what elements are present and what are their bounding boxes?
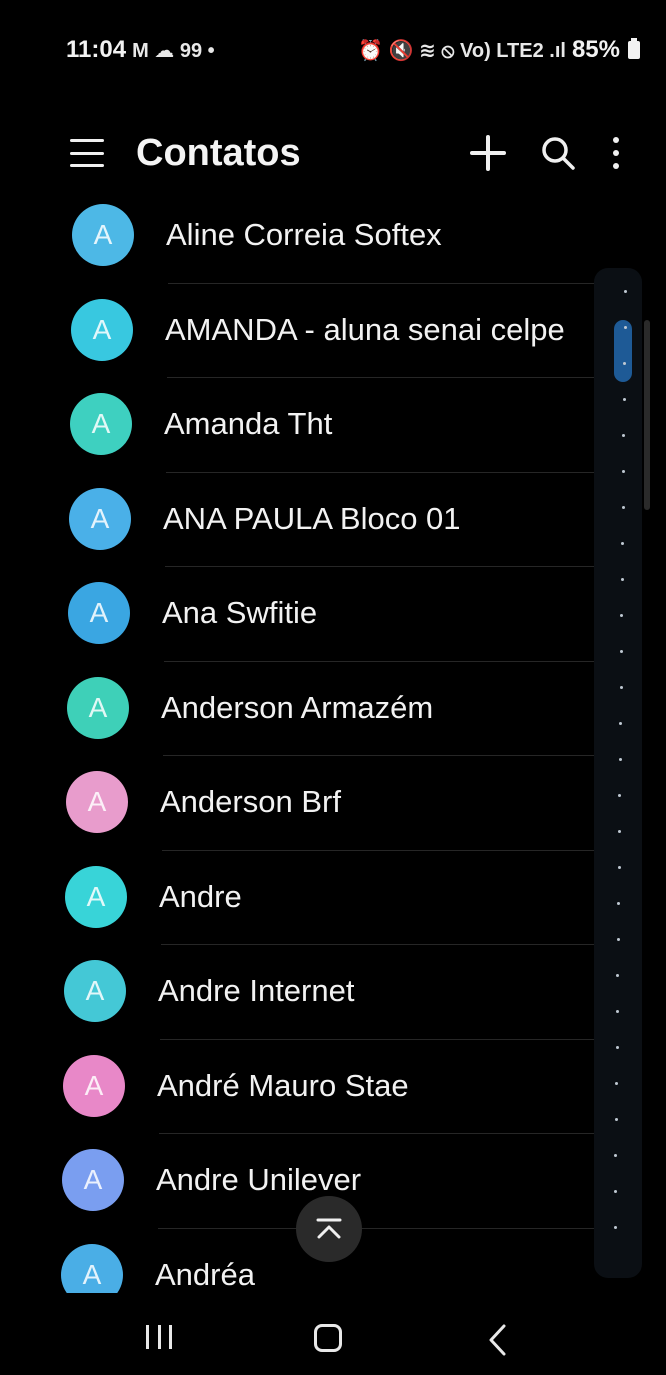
status-left-icons: M ☁ 99 • [132,39,215,62]
more-options-icon[interactable] [606,133,626,173]
index-dot [614,1154,618,1157]
contact-list-item[interactable]: A Anderson Armazém [0,661,606,755]
app-bar: Contatos [70,118,626,188]
contact-list-item[interactable]: A AMANDA - aluna senai celpe [0,283,606,377]
contact-name: Ana Swfitie [162,595,318,630]
index-dot [614,1118,618,1121]
index-dot [615,1082,619,1085]
contact-list-item[interactable]: A Amanda Tht [0,377,606,471]
contact-avatar: A [62,1149,124,1211]
contact-list-item[interactable]: A ANA PAULA Bloco 01 [0,472,606,566]
contact-name: Andre [159,878,242,914]
contact-name: Aline Correia Softex [166,217,442,252]
index-dot [620,614,624,617]
index-dot [616,938,620,941]
contact-avatar: A [63,1054,125,1117]
index-dot [619,686,623,689]
contact-name: André Mauro Stae [157,1067,409,1103]
contact-list-item[interactable]: A Aline Correia Softex [0,190,606,282]
index-dot [616,974,620,977]
contact-list-item[interactable]: A André Mauro Stae [0,1039,606,1133]
contact-avatar: A [65,865,127,928]
contact-avatar: A [72,204,134,266]
index-dot [622,470,625,473]
contact-avatar: A [66,771,128,833]
index-dot [617,866,621,869]
chevron-up-double-icon [316,1218,342,1239]
index-dot [619,722,623,725]
hamburger-menu-icon[interactable] [70,139,104,167]
contact-avatar: A [70,393,132,455]
index-dot [624,290,627,293]
index-dot [621,542,625,545]
contact-name: Amanda Tht [164,406,333,441]
contacts-screen: 11:04 M ☁ 99 • ⏰ 🔇 ≋ ⦸ Vo) LTE2 .ıl 85% … [0,0,666,1375]
contact-name: Anderson Brf [160,784,341,819]
index-dot [620,578,624,581]
index-dot [618,758,622,761]
battery-level: 85% [571,36,620,63]
index-dot [616,1010,619,1013]
index-dot [614,1190,617,1193]
contact-name: AMANDA - aluna senai celpe [165,311,565,347]
add-contact-icon[interactable] [468,133,508,173]
page-title: Contatos [136,131,301,174]
index-dot [621,506,625,509]
index-dot [623,326,627,329]
contact-list-item[interactable]: A Andre Internet [0,944,606,1038]
contact-avatar: A [68,582,130,644]
contact-avatar: A [67,676,129,739]
status-bar: 11:04 M ☁ 99 • ⏰ 🔇 ≋ ⦸ Vo) LTE2 .ıl 85% [66,28,640,72]
contact-name: Anderson Armazém [161,689,434,725]
contact-name: Andre Unilever [156,1162,362,1197]
contact-name: Andréa [155,1256,255,1292]
index-dot [622,398,626,401]
status-right-icons: ⏰ 🔇 ≋ ⦸ Vo) LTE2 .ıl [358,39,566,62]
contact-avatar: A [71,298,133,361]
contact-list-item[interactable]: A Ana Swfitie [0,566,606,660]
status-time: 11:04 [66,36,127,63]
navigation-bar [0,1300,666,1375]
contact-list[interactable]: A Aline Correia Softex A AMANDA - aluna sen… [0,190,666,1293]
home-icon[interactable] [314,1324,342,1352]
contact-avatar: A [61,1243,123,1293]
index-dot [615,1046,619,1049]
alphabet-index-scroller[interactable] [594,268,642,1278]
index-dot [620,650,623,653]
index-dot [617,902,621,905]
contact-avatar: A [69,487,131,550]
scrollbar[interactable] [644,320,650,510]
battery-icon [628,38,640,59]
index-thumb[interactable] [614,320,632,382]
contact-name: ANA PAULA Bloco 01 [163,500,461,536]
index-dot [622,434,626,437]
contact-list-item[interactable]: A Anderson Brf [0,755,606,849]
index-dot [618,794,622,797]
search-icon[interactable] [538,133,606,173]
index-dot [613,1226,617,1229]
contact-list-item[interactable]: A Andre [0,850,606,944]
recent-apps-icon[interactable] [146,1325,172,1349]
contact-name: Andre Internet [158,973,355,1008]
contact-avatar: A [64,960,126,1022]
scroll-to-top-button[interactable] [296,1196,362,1262]
back-icon[interactable] [486,1322,508,1358]
index-dot [618,830,621,833]
